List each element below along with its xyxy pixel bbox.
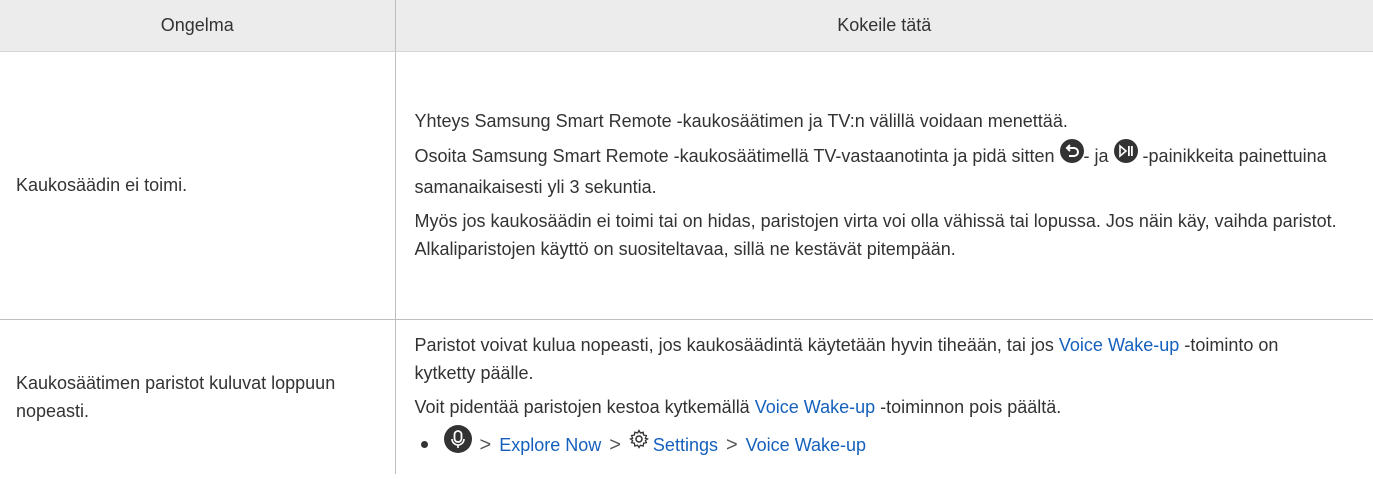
gear-icon [629,428,649,457]
return-icon [1059,139,1084,171]
settings-link[interactable]: Settings [653,431,718,459]
menu-path: > Explore Now > Settings > Voice Wake-up [415,424,1344,463]
voice-wakeup-link[interactable]: Voice Wake-up [1059,335,1179,355]
path-separator: > [479,433,492,456]
solution-paragraph: Yhteys Samsung Smart Remote -kaukosäätim… [414,111,1068,131]
problem-cell: Kaukosäädin ei toimi. [0,51,396,320]
solution-paragraph: Myös jos kaukosäädin ei toimi tai on hid… [414,211,1337,259]
table-row: Kaukosäädin ei toimi. Yhteys Samsung Sma… [0,51,1373,320]
table-header-row: Ongelma Kokeile tätä [0,0,1373,52]
path-separator: > [725,433,738,456]
solution-paragraph: Osoita Samsung Smart Remote -kaukosäätim… [415,139,1344,201]
bullet-icon [420,441,428,448]
solution-cell: Yhteys Samsung Smart Remote -kaukosäätim… [395,51,1373,320]
microphone-icon[interactable] [443,424,472,461]
problem-cell: Kaukosäätimen paristot kuluvat loppuun n… [0,319,396,474]
table-row: Kaukosäätimen paristot kuluvat loppuun n… [0,319,1373,474]
problem-text: Kaukosäädin ei toimi. [16,175,188,195]
solution-paragraph: Paristot voivat kulua nopeasti, jos kauk… [414,334,1279,383]
troubleshooting-table: Ongelma Kokeile tätä Kaukosäädin ei toim… [0,0,1373,474]
solution-cell: Paristot voivat kulua nopeasti, jos kauk… [395,319,1373,474]
solution-paragraph: Voit pidentää paristojen kestoa kytkemäl… [414,396,1062,417]
header-problem: Ongelma [0,0,396,52]
header-solution: Kokeile tätä [395,0,1373,52]
voice-wakeup-link[interactable]: Voice Wake-up [755,397,875,417]
voice-wakeup-setting-link[interactable]: Voice Wake-up [746,431,866,459]
problem-text: Kaukosäätimen paristot kuluvat loppuun n… [16,372,336,421]
play-pause-icon [1113,139,1138,171]
path-separator: > [609,433,621,456]
explore-now-link[interactable]: Explore Now [499,431,601,459]
